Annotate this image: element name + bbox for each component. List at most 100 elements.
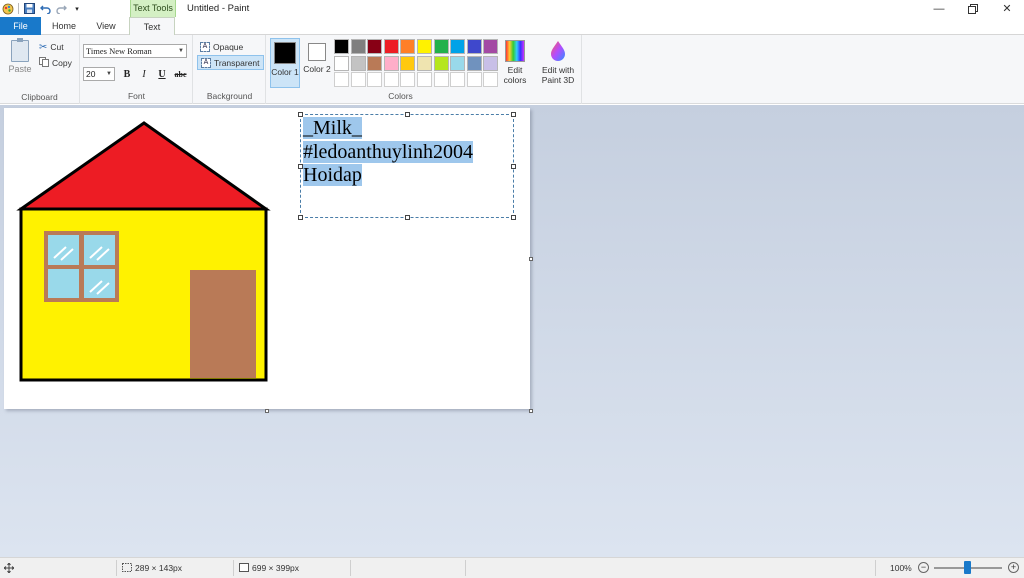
tab-text[interactable]: Text — [129, 17, 175, 36]
transparent-label: Transparent — [214, 57, 260, 68]
text-line: Hoidap — [303, 164, 362, 186]
palette-color-swatch[interactable] — [483, 55, 499, 71]
opaque-label: Opaque — [213, 41, 244, 52]
text-line: #ledoanthuylinh2004 — [303, 140, 473, 163]
palette-color-swatch[interactable] — [466, 55, 482, 71]
palette-color-swatch[interactable] — [416, 39, 432, 54]
palette-color-swatch[interactable] — [334, 72, 349, 88]
copy-label: Copy — [52, 58, 72, 68]
palette-color-swatch[interactable] — [334, 39, 349, 54]
palette-color-swatch[interactable] — [383, 55, 399, 71]
palette-color-swatch[interactable] — [450, 39, 466, 54]
edit-colors-button[interactable]: Edit colors — [501, 39, 529, 85]
palette-color-swatch[interactable] — [483, 39, 499, 54]
zoom-in-button[interactable]: + — [1008, 562, 1019, 573]
palette-color-swatch[interactable] — [400, 39, 416, 54]
color2-label: Color 2 — [303, 64, 331, 74]
status-bar: 289 × 143px 699 × 399px 100% − + — [0, 557, 1024, 578]
transparent-button[interactable]: A Transparent — [197, 55, 264, 70]
palette-color-swatch[interactable] — [334, 55, 349, 71]
palette-color-swatch[interactable] — [450, 55, 466, 71]
palette-color-swatch[interactable] — [433, 72, 449, 88]
opaque-button[interactable]: A Opaque — [197, 39, 246, 54]
palette-color-swatch[interactable] — [367, 39, 383, 54]
resize-handle[interactable] — [405, 215, 410, 220]
font-family-value: Times New Roman — [86, 46, 152, 56]
resize-handle[interactable] — [511, 164, 516, 169]
resize-handle[interactable] — [511, 112, 516, 117]
close-icon[interactable]: ✕ — [990, 0, 1024, 17]
strikethrough-button[interactable]: abc — [172, 68, 189, 81]
canvas-size-icon — [239, 562, 249, 574]
color-palette — [334, 39, 499, 88]
palette-color-swatch[interactable] — [450, 72, 466, 88]
palette-color-swatch[interactable] — [367, 55, 383, 71]
zoom-slider-thumb[interactable] — [964, 561, 971, 574]
chevron-down-icon: ▼ — [106, 71, 112, 77]
palette-color-swatch[interactable] — [350, 72, 366, 88]
window-title: Untitled - Paint — [187, 3, 250, 14]
resize-handle[interactable] — [405, 112, 410, 117]
palette-color-swatch[interactable] — [367, 72, 383, 88]
palette-color-swatch[interactable] — [383, 72, 399, 88]
text-line: _Milk_ — [303, 117, 362, 139]
house-door — [190, 270, 256, 378]
palette-color-swatch[interactable] — [466, 39, 482, 54]
text-box-selection[interactable]: _Milk_ #ledoanthuylinh2004 Hoidap — [298, 112, 516, 220]
minimize-icon[interactable]: — — [922, 0, 956, 17]
paint-app-icon[interactable] — [2, 3, 14, 15]
qat-separator — [18, 3, 19, 14]
font-size-dropdown[interactable]: 20 ▼ — [83, 67, 115, 81]
paste-button[interactable]: Paste — [6, 38, 34, 79]
font-family-dropdown[interactable]: Times New Roman ▼ — [83, 44, 187, 58]
selection-size: 289 × 143px — [122, 558, 182, 578]
scissors-icon: ✂ — [39, 41, 48, 53]
color2-swatch — [308, 43, 326, 61]
text-box-content[interactable]: _Milk_ #ledoanthuylinh2004 Hoidap — [303, 117, 473, 188]
palette-color-swatch[interactable] — [433, 55, 449, 71]
font-group-label: Font — [127, 91, 145, 101]
palette-color-swatch[interactable] — [416, 55, 432, 71]
save-icon[interactable] — [23, 3, 35, 15]
palette-color-swatch[interactable] — [400, 55, 416, 71]
canvas-resize-handle-bottom[interactable] — [265, 409, 269, 413]
italic-button[interactable]: I — [137, 68, 151, 81]
tab-file[interactable]: File — [0, 17, 41, 35]
palette-color-swatch[interactable] — [416, 72, 432, 88]
undo-icon[interactable] — [39, 3, 51, 15]
clipboard-group-label: Clipboard — [21, 92, 58, 102]
palette-color-swatch[interactable] — [383, 39, 399, 54]
ribbon-tabs: File Home View Text — [0, 17, 1024, 36]
paint3d-label: Edit with Paint 3D — [541, 65, 575, 85]
canvas-size: 699 × 399px — [239, 558, 299, 578]
canvas-resize-handle-corner[interactable] — [529, 409, 533, 413]
opaque-icon: A — [200, 41, 210, 52]
palette-color-swatch[interactable] — [433, 39, 449, 54]
restore-icon[interactable] — [956, 0, 990, 17]
palette-color-swatch[interactable] — [400, 72, 416, 88]
palette-color-swatch[interactable] — [483, 72, 499, 88]
color1-button[interactable]: Color 1 — [270, 38, 300, 88]
redo-icon[interactable] — [55, 3, 67, 15]
underline-button[interactable]: U — [155, 68, 169, 81]
color2-button[interactable]: Color 2 — [302, 38, 332, 88]
resize-handle[interactable] — [298, 215, 303, 220]
edit-with-paint3d-button[interactable]: Edit with Paint 3D — [538, 39, 578, 85]
tab-view[interactable]: View — [87, 17, 125, 35]
cut-button[interactable]: ✂ Cut — [39, 40, 64, 54]
resize-handle[interactable] — [298, 164, 303, 169]
canvas-resize-handle-right[interactable] — [529, 257, 533, 261]
zoom-out-button[interactable]: − — [918, 562, 929, 573]
resize-handle[interactable] — [511, 215, 516, 220]
copy-button[interactable]: Copy — [39, 56, 72, 70]
bold-button[interactable]: B — [120, 68, 134, 81]
clipboard-group: Paste ✂ Cut Copy Clipboard — [0, 35, 80, 104]
palette-color-swatch[interactable] — [350, 55, 366, 71]
palette-color-swatch[interactable] — [466, 72, 482, 88]
palette-color-swatch[interactable] — [350, 39, 366, 54]
drawing-canvas[interactable]: _Milk_ #ledoanthuylinh2004 Hoidap — [4, 108, 530, 409]
status-separator — [116, 560, 117, 576]
resize-handle[interactable] — [298, 112, 303, 117]
customize-qat-icon[interactable]: ▾ — [71, 3, 83, 15]
tab-home[interactable]: Home — [45, 17, 83, 35]
